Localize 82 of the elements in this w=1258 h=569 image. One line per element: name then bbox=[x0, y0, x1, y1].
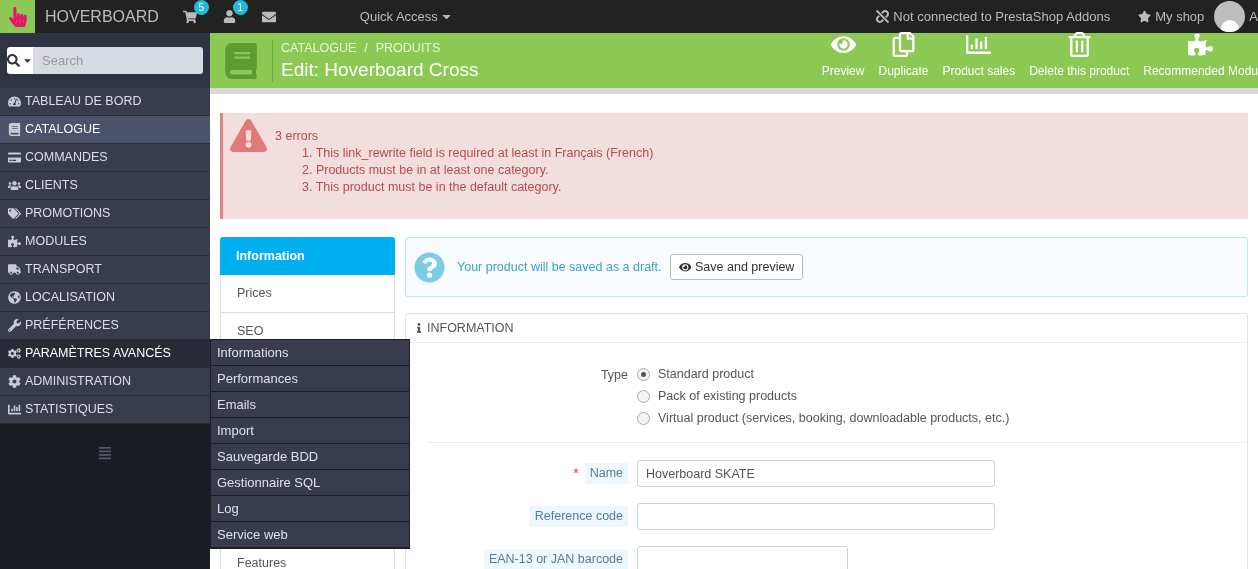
submenu-item[interactable]: Import bbox=[211, 418, 409, 444]
gear-icon bbox=[8, 375, 21, 388]
sidebar-item[interactable]: CATALOGUE bbox=[0, 116, 210, 144]
truck-icon bbox=[8, 263, 21, 276]
breadcrumb-separator: / bbox=[364, 40, 368, 58]
menu-icon[interactable] bbox=[98, 446, 112, 460]
user-name[interactable]: A bbox=[1249, 6, 1258, 27]
error-message: 1. This link_rewrite field is required at least in Français (French) bbox=[301, 145, 654, 162]
submenu-item[interactable]: Service web bbox=[211, 522, 409, 548]
broken-link-icon bbox=[876, 10, 890, 23]
user-icon[interactable] bbox=[222, 10, 236, 23]
radio-button[interactable] bbox=[637, 367, 650, 381]
error-title: 3 errors bbox=[275, 128, 320, 145]
copy-icon bbox=[891, 32, 916, 57]
panel-title: INFORMATION bbox=[427, 319, 514, 337]
question-icon bbox=[414, 251, 445, 283]
draft-message: Your product will be saved as a draft. bbox=[457, 258, 662, 276]
sidebar-item[interactable]: ADMINISTRATION bbox=[0, 368, 210, 396]
sidebar-item[interactable]: TABLEAU DE BORD bbox=[0, 88, 210, 116]
eye-icon bbox=[678, 260, 692, 274]
text-field[interactable] bbox=[637, 503, 995, 530]
logo[interactable] bbox=[0, 0, 35, 33]
sidebar-item[interactable]: CLIENTS bbox=[0, 172, 210, 200]
text-field[interactable]: Hoverboard SKATE bbox=[637, 460, 995, 487]
error-message: 3. This product must be in the default category. bbox=[301, 179, 563, 196]
required-asterisk: * bbox=[573, 464, 579, 483]
sidebar-item[interactable]: PARAMÈTRES AVANCÉS bbox=[0, 340, 210, 368]
field-label: Reference code bbox=[529, 506, 628, 527]
field-label: Name bbox=[584, 463, 628, 484]
star-icon bbox=[1138, 10, 1152, 23]
hand-pointer-icon bbox=[7, 6, 28, 27]
radio-label[interactable]: Virtual product (services, booking, downloadable products, etc.) bbox=[658, 408, 1010, 428]
tag-icon bbox=[8, 207, 21, 220]
text-field[interactable] bbox=[637, 546, 848, 569]
sidebar-item[interactable]: PROMOTIONS bbox=[0, 200, 210, 228]
puzzle-icon bbox=[1188, 32, 1214, 57]
book-icon bbox=[223, 42, 259, 79]
sidebar-item[interactable]: TRANSPORT bbox=[0, 256, 210, 284]
warning-icon bbox=[230, 117, 267, 154]
submenu-item[interactable]: Performances bbox=[211, 366, 409, 392]
radio-label[interactable]: Standard product bbox=[658, 364, 754, 384]
bar-chart-icon bbox=[966, 32, 992, 57]
type-label: Type bbox=[599, 367, 629, 384]
cart-icon[interactable] bbox=[182, 9, 197, 24]
page-title: Edit: Hoverboard Cross bbox=[281, 57, 479, 82]
submenu-item[interactable]: Sauvegarde BDD bbox=[211, 444, 409, 470]
bar-chart-icon bbox=[8, 403, 21, 416]
sidebar-item[interactable]: PRÉFÉRENCES bbox=[0, 312, 210, 340]
radio-button[interactable] bbox=[637, 411, 650, 425]
puzzle-icon bbox=[8, 235, 21, 248]
card-icon bbox=[8, 151, 21, 164]
sidebar-item[interactable]: LOCALISATION bbox=[0, 284, 210, 312]
submenu-item[interactable]: Emails bbox=[211, 392, 409, 418]
addons-status-link[interactable]: Not connected to PrestaShop Addons bbox=[876, 6, 1111, 27]
gears-icon bbox=[8, 347, 21, 360]
shop-name[interactable]: HOVERBOARD bbox=[45, 4, 159, 29]
envelope-icon[interactable] bbox=[261, 9, 276, 24]
sidebar-item[interactable]: COMMANDES bbox=[0, 144, 210, 172]
notification-badge: 1 bbox=[232, 0, 248, 15]
notification-badge: 5 bbox=[193, 0, 209, 15]
radio-label[interactable]: Pack of existing products bbox=[658, 386, 797, 406]
globe-icon bbox=[8, 291, 21, 304]
submenu-item[interactable]: Gestionnaire SQL bbox=[211, 470, 409, 496]
my-shop-link[interactable]: My shop bbox=[1138, 6, 1205, 27]
gauge-icon bbox=[8, 95, 21, 108]
book-icon bbox=[8, 123, 21, 136]
sidebar-item[interactable]: STATISTIQUES bbox=[0, 396, 210, 424]
wrench-icon bbox=[8, 319, 21, 332]
trash-icon bbox=[1066, 32, 1092, 57]
sidebar-item[interactable]: MODULES bbox=[0, 228, 210, 256]
save-and-preview-button[interactable]: Save and preview bbox=[669, 254, 804, 280]
side-tab[interactable]: Prices bbox=[220, 275, 395, 313]
search-icon bbox=[7, 54, 20, 67]
submenu-item[interactable]: Log bbox=[211, 496, 409, 522]
users-icon bbox=[8, 179, 21, 192]
radio-button[interactable] bbox=[637, 389, 650, 403]
error-message: 2. Products must be in at least one category. bbox=[301, 162, 550, 179]
info-icon bbox=[414, 323, 424, 333]
avatar[interactable] bbox=[1214, 1, 1246, 32]
quick-access-menu[interactable]: Quick Access bbox=[359, 6, 453, 27]
submenu-item[interactable]: Informations bbox=[211, 340, 409, 366]
field-label: EAN-13 or JAN barcode bbox=[483, 549, 628, 569]
